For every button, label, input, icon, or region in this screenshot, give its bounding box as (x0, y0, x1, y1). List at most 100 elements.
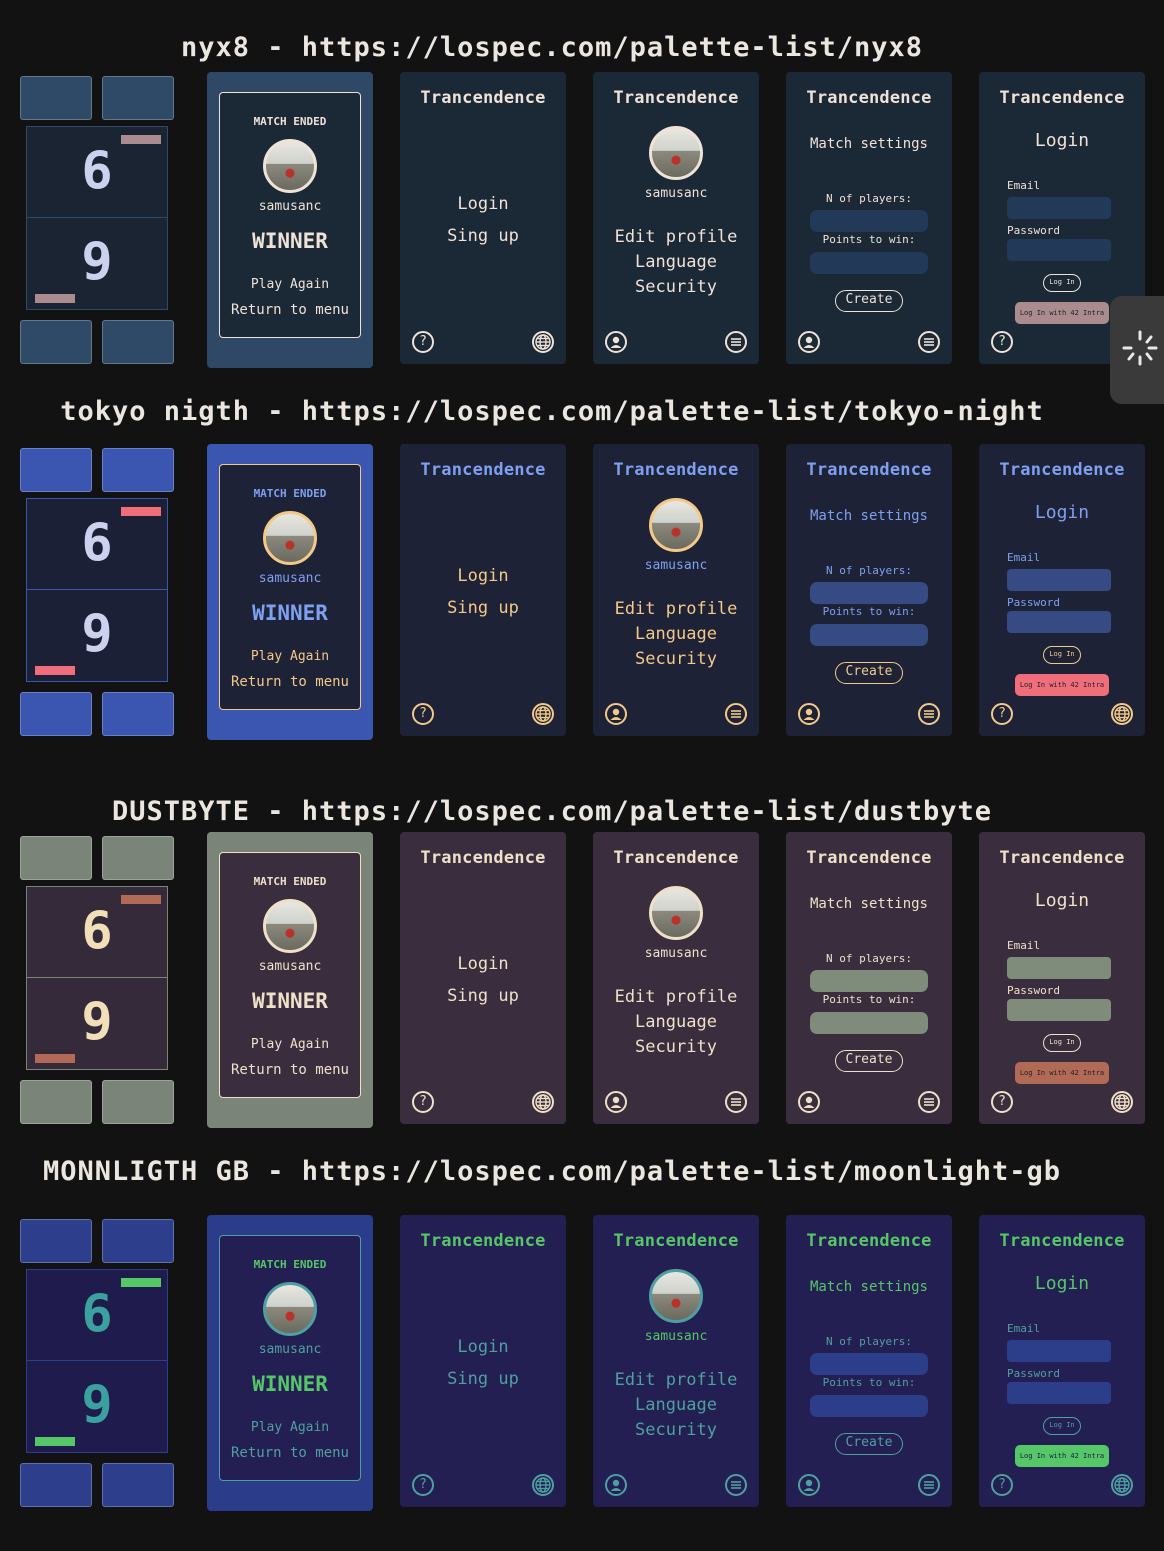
edit-profile-link[interactable]: Edit profile (593, 227, 759, 247)
password-field[interactable] (1007, 999, 1111, 1021)
security-link[interactable]: Security (593, 1037, 759, 1057)
play-again-link[interactable]: Play Again (220, 277, 360, 292)
help-icon[interactable]: ? (991, 1474, 1013, 1496)
menu-icon[interactable] (725, 1474, 747, 1496)
return-to-menu-link[interactable]: Return to menu (220, 1445, 360, 1461)
players-input[interactable] (810, 210, 928, 232)
control-button[interactable] (20, 692, 92, 736)
return-to-menu-link[interactable]: Return to menu (220, 674, 360, 690)
control-button[interactable] (102, 836, 174, 880)
avatar[interactable] (649, 126, 703, 180)
security-link[interactable]: Security (593, 649, 759, 669)
points-input[interactable] (810, 252, 928, 274)
control-button[interactable] (20, 76, 92, 120)
password-field[interactable] (1007, 239, 1111, 261)
control-button[interactable] (102, 320, 174, 364)
help-icon[interactable]: ? (412, 331, 434, 353)
login-42-intra-button[interactable]: Log In with 42 Intra (1015, 1445, 1109, 1467)
user-icon[interactable] (605, 1091, 627, 1113)
create-button[interactable]: Create (835, 290, 903, 312)
points-input[interactable] (810, 1012, 928, 1034)
help-icon[interactable]: ? (991, 331, 1013, 353)
control-button[interactable] (20, 448, 92, 492)
control-button[interactable] (102, 1080, 174, 1124)
globe-icon[interactable] (532, 703, 554, 725)
login-button[interactable]: Log In (1043, 646, 1081, 664)
language-link[interactable]: Language (593, 252, 759, 272)
players-input[interactable] (810, 1353, 928, 1375)
create-button[interactable]: Create (835, 1433, 903, 1455)
avatar[interactable] (649, 886, 703, 940)
language-link[interactable]: Language (593, 1012, 759, 1032)
menu-icon[interactable] (918, 331, 940, 353)
control-button[interactable] (20, 836, 92, 880)
menu-icon[interactable] (725, 1091, 747, 1113)
control-button[interactable] (20, 1080, 92, 1124)
control-button[interactable] (20, 1219, 92, 1263)
points-input[interactable] (810, 624, 928, 646)
points-input[interactable] (810, 1395, 928, 1417)
help-icon[interactable]: ? (991, 703, 1013, 725)
avatar[interactable] (649, 1269, 703, 1323)
signup-link[interactable]: Sing up (400, 1369, 566, 1389)
play-again-link[interactable]: Play Again (220, 1420, 360, 1435)
security-link[interactable]: Security (593, 277, 759, 297)
signup-link[interactable]: Sing up (400, 986, 566, 1006)
control-button[interactable] (102, 76, 174, 120)
language-link[interactable]: Language (593, 1395, 759, 1415)
players-input[interactable] (810, 970, 928, 992)
create-button[interactable]: Create (835, 1050, 903, 1072)
language-link[interactable]: Language (593, 624, 759, 644)
user-icon[interactable] (605, 703, 627, 725)
email-field[interactable] (1007, 197, 1111, 219)
login-link[interactable]: Login (400, 1337, 566, 1357)
login-link[interactable]: Login (400, 194, 566, 214)
create-button[interactable]: Create (835, 662, 903, 684)
email-field[interactable] (1007, 1340, 1111, 1362)
menu-icon[interactable] (918, 1091, 940, 1113)
user-icon[interactable] (798, 331, 820, 353)
password-field[interactable] (1007, 611, 1111, 633)
return-to-menu-link[interactable]: Return to menu (220, 1062, 360, 1078)
help-icon[interactable]: ? (412, 1474, 434, 1496)
floating-loading-widget[interactable] (1110, 296, 1164, 404)
user-icon[interactable] (798, 1474, 820, 1496)
globe-icon[interactable] (1111, 703, 1133, 725)
globe-icon[interactable] (532, 1091, 554, 1113)
login-42-intra-button[interactable]: Log In with 42 Intra (1015, 1062, 1109, 1084)
login-42-intra-button[interactable]: Log In with 42 Intra (1015, 302, 1109, 324)
return-to-menu-link[interactable]: Return to menu (220, 302, 360, 318)
security-link[interactable]: Security (593, 1420, 759, 1440)
login-button[interactable]: Log In (1043, 1034, 1081, 1052)
avatar[interactable] (649, 498, 703, 552)
login-button[interactable]: Log In (1043, 274, 1081, 292)
menu-icon[interactable] (725, 331, 747, 353)
menu-icon[interactable] (918, 703, 940, 725)
login-button[interactable]: Log In (1043, 1417, 1081, 1435)
globe-icon[interactable] (1111, 1474, 1133, 1496)
control-button[interactable] (20, 320, 92, 364)
login-link[interactable]: Login (400, 954, 566, 974)
help-icon[interactable]: ? (412, 703, 434, 725)
globe-icon[interactable] (532, 331, 554, 353)
user-icon[interactable] (798, 703, 820, 725)
password-field[interactable] (1007, 1382, 1111, 1404)
menu-icon[interactable] (725, 703, 747, 725)
control-button[interactable] (102, 1219, 174, 1263)
edit-profile-link[interactable]: Edit profile (593, 987, 759, 1007)
login-link[interactable]: Login (400, 566, 566, 586)
players-input[interactable] (810, 582, 928, 604)
play-again-link[interactable]: Play Again (220, 649, 360, 664)
control-button[interactable] (102, 692, 174, 736)
control-button[interactable] (102, 448, 174, 492)
signup-link[interactable]: Sing up (400, 226, 566, 246)
login-42-intra-button[interactable]: Log In with 42 Intra (1015, 674, 1109, 696)
globe-icon[interactable] (532, 1474, 554, 1496)
user-icon[interactable] (605, 1474, 627, 1496)
help-icon[interactable]: ? (991, 1091, 1013, 1113)
user-icon[interactable] (605, 331, 627, 353)
globe-icon[interactable] (1111, 1091, 1133, 1113)
edit-profile-link[interactable]: Edit profile (593, 599, 759, 619)
play-again-link[interactable]: Play Again (220, 1037, 360, 1052)
edit-profile-link[interactable]: Edit profile (593, 1370, 759, 1390)
